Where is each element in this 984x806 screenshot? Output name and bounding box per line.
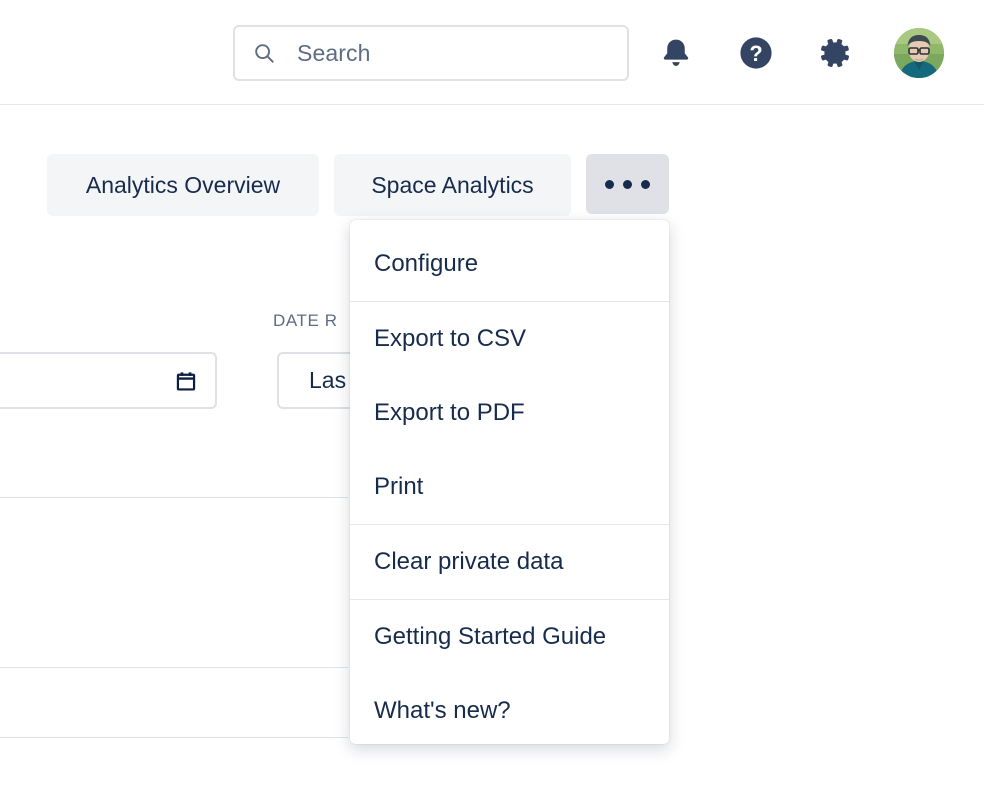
ellipsis-icon bbox=[605, 180, 614, 189]
menu-item-label: Print bbox=[374, 473, 423, 501]
date-range-value: Las bbox=[309, 367, 346, 394]
menu-item-label: Export to CSV bbox=[374, 325, 526, 353]
tab-label: Analytics Overview bbox=[86, 172, 280, 199]
search-icon bbox=[253, 42, 275, 64]
menu-item-clear-private-data[interactable]: Clear private data bbox=[350, 525, 669, 599]
tab-analytics-overview[interactable]: Analytics Overview bbox=[47, 154, 319, 216]
more-options-dropdown: Configure Export to CSV Export to PDF Pr… bbox=[350, 220, 669, 744]
bell-icon[interactable] bbox=[656, 33, 696, 73]
menu-item-label: Clear private data bbox=[374, 548, 563, 576]
table-row-divider bbox=[0, 497, 348, 498]
date-range-label: DATE R bbox=[273, 311, 338, 331]
gear-icon[interactable] bbox=[815, 33, 855, 73]
more-options-button[interactable] bbox=[586, 154, 669, 214]
svg-text:?: ? bbox=[749, 41, 762, 66]
top-header: Search ? bbox=[0, 0, 984, 105]
help-icon[interactable]: ? bbox=[736, 33, 776, 73]
menu-item-label: Getting Started Guide bbox=[374, 623, 606, 651]
tab-label: Space Analytics bbox=[371, 172, 533, 199]
menu-item-getting-started-guide[interactable]: Getting Started Guide bbox=[350, 600, 669, 674]
menu-item-whats-new[interactable]: What's new? bbox=[350, 674, 669, 744]
menu-item-configure[interactable]: Configure bbox=[350, 227, 669, 301]
menu-item-label: What's new? bbox=[374, 697, 511, 725]
menu-item-label: Export to PDF bbox=[374, 399, 525, 427]
menu-item-export-to-csv[interactable]: Export to CSV bbox=[350, 302, 669, 376]
menu-item-label: Configure bbox=[374, 250, 478, 278]
menu-group: Getting Started Guide What's new? bbox=[350, 599, 669, 744]
tab-space-analytics[interactable]: Space Analytics bbox=[334, 154, 571, 216]
ellipsis-icon bbox=[623, 180, 632, 189]
menu-item-export-to-pdf[interactable]: Export to PDF bbox=[350, 376, 669, 450]
search-input[interactable]: Search bbox=[233, 25, 629, 81]
date-input[interactable] bbox=[0, 352, 217, 409]
menu-group: Configure bbox=[350, 220, 669, 301]
table-row-divider bbox=[0, 737, 348, 738]
ellipsis-icon bbox=[641, 180, 650, 189]
search-placeholder: Search bbox=[297, 40, 370, 67]
avatar[interactable] bbox=[894, 28, 944, 78]
calendar-icon bbox=[175, 370, 197, 392]
menu-group: Export to CSV Export to PDF Print bbox=[350, 301, 669, 524]
menu-group: Clear private data bbox=[350, 524, 669, 599]
table-row-divider bbox=[0, 667, 348, 668]
menu-item-print[interactable]: Print bbox=[350, 450, 669, 524]
